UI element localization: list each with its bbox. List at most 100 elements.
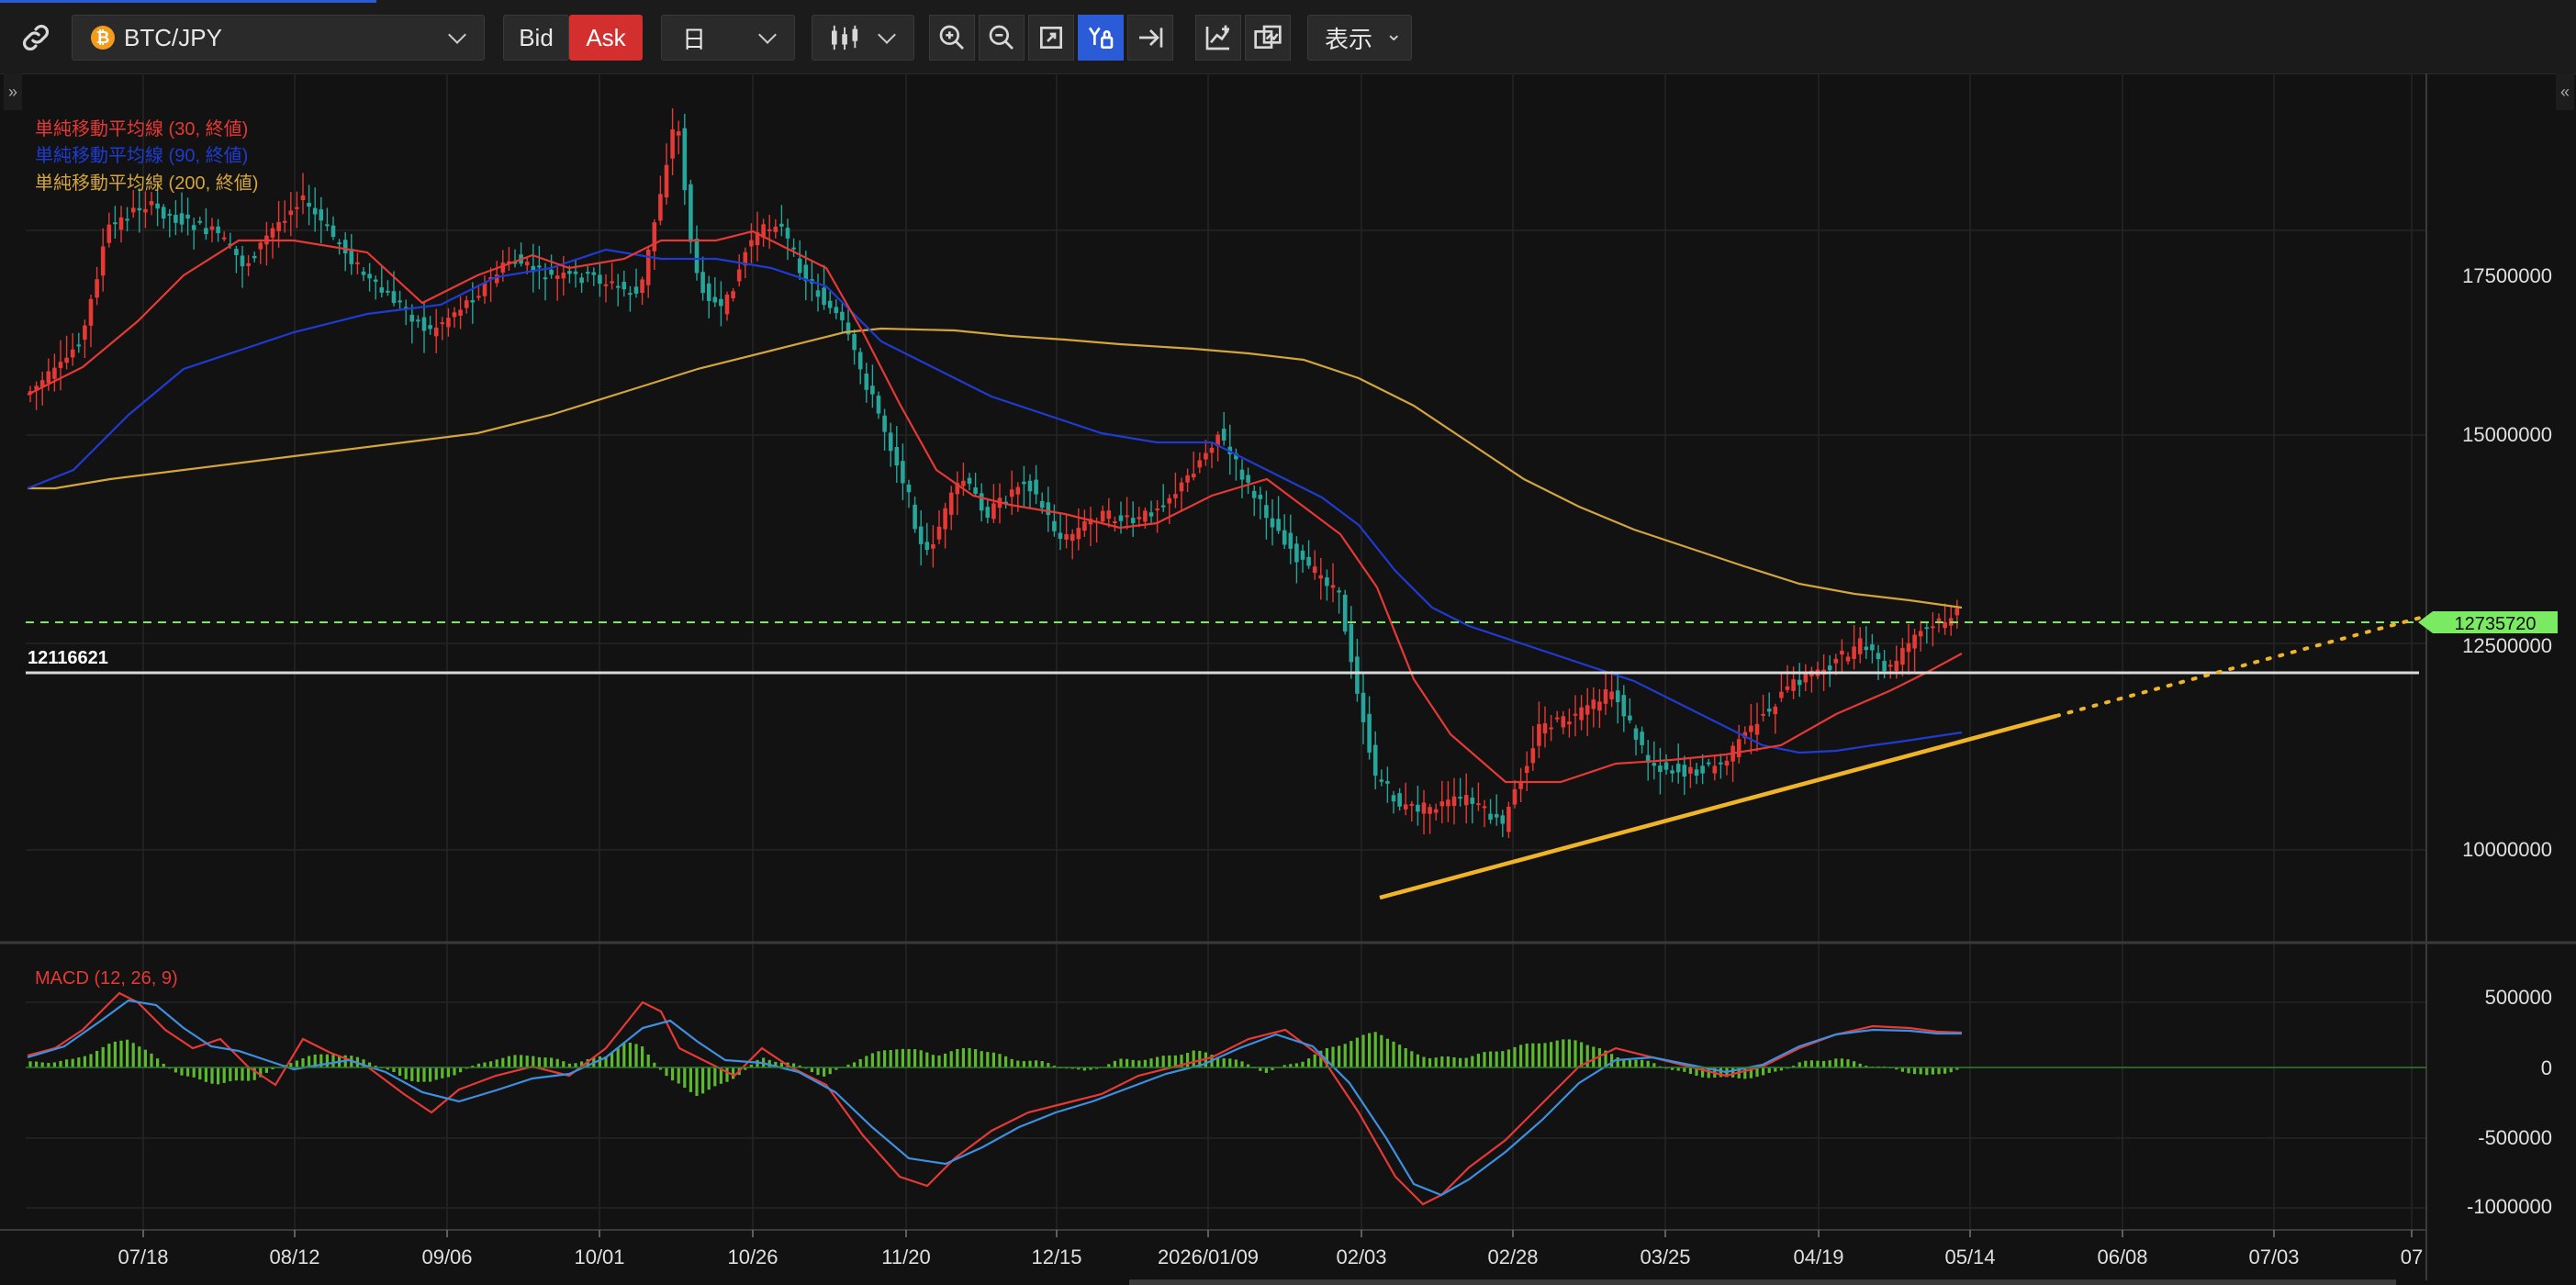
- candle-body: [234, 249, 239, 255]
- candle-body: [476, 296, 481, 298]
- candle-body: [312, 207, 318, 215]
- macd-tick: -1000000: [2467, 1195, 2552, 1218]
- candle-body: [731, 291, 735, 298]
- macd-bar: [1949, 1067, 1953, 1073]
- add-indicator-icon[interactable]: [1195, 15, 1241, 61]
- macd-bar: [689, 1067, 692, 1092]
- macd-bar: [1149, 1058, 1153, 1067]
- candle-body: [1118, 515, 1124, 521]
- candle-body: [1439, 801, 1445, 807]
- candle-body: [948, 492, 954, 515]
- macd-bar: [1035, 1060, 1038, 1067]
- macd-bar: [1634, 1059, 1638, 1067]
- link-icon[interactable]: [13, 15, 59, 61]
- macd-bar: [1338, 1045, 1341, 1067]
- bid-button[interactable]: Bid: [503, 15, 569, 61]
- macd-bar: [895, 1049, 899, 1067]
- time-label: 07/03: [2248, 1246, 2299, 1268]
- chart-type-selector[interactable]: [812, 15, 914, 61]
- macd-bar: [247, 1067, 251, 1081]
- candle-body: [1082, 521, 1087, 531]
- candle-body: [852, 333, 857, 351]
- macd-bar: [816, 1067, 820, 1076]
- candle-body: [857, 352, 863, 370]
- compare-icon[interactable]: [1245, 15, 1291, 61]
- macd-axis[interactable]: 500000 0 -500000 -1000000: [2467, 986, 2552, 1218]
- macd-bar: [1355, 1037, 1359, 1067]
- macd-bar: [525, 1056, 529, 1067]
- macd-bar: [1585, 1045, 1589, 1067]
- timeframe-selector[interactable]: 日: [661, 15, 795, 61]
- trendline[interactable]: [1379, 713, 2057, 900]
- macd-bar: [1519, 1045, 1523, 1067]
- candle-body: [440, 322, 445, 325]
- candle-body: [1403, 804, 1408, 810]
- candle-body: [1137, 517, 1142, 520]
- candle-body: [979, 493, 984, 511]
- zoom-out-icon[interactable]: [979, 15, 1025, 61]
- macd-bar: [1483, 1052, 1486, 1067]
- chart-canvas[interactable]: 単純移動平均線 (30, 終値) 単純移動平均線 (90, 終値) 単純移動平均…: [0, 73, 2576, 1285]
- macd-bar: [422, 1067, 426, 1082]
- candle-body: [1318, 575, 1324, 579]
- candle-body: [1791, 679, 1796, 691]
- candle-body: [330, 225, 336, 238]
- macd-bar: [217, 1067, 220, 1085]
- candle-body: [373, 279, 378, 283]
- macd-bar: [1392, 1041, 1395, 1067]
- ask-button[interactable]: Ask: [569, 15, 643, 61]
- macd-bar: [1476, 1053, 1480, 1067]
- candle-body: [355, 262, 360, 264]
- fit-screen-icon[interactable]: [1028, 15, 1074, 61]
- time-scrollbar[interactable]: [1129, 1279, 2396, 1285]
- toolbar-accent: [0, 0, 376, 3]
- macd-bar: [1368, 1033, 1372, 1067]
- candle-body: [1579, 707, 1584, 721]
- toolbar: ₿ BTC/JPY Bid Ask 日 表示 ⌄: [0, 0, 2576, 74]
- scroll-to-latest-icon[interactable]: [1127, 15, 1173, 61]
- macd-bar: [622, 1042, 626, 1067]
- macd-bar: [986, 1052, 990, 1067]
- candle-body: [1724, 760, 1730, 766]
- legend-sma200[interactable]: 単純移動平均線 (200, 終値): [35, 173, 258, 194]
- candle-body: [1428, 807, 1432, 814]
- candle-body: [585, 272, 590, 274]
- candle-body: [1482, 806, 1487, 809]
- candle-body: [1197, 460, 1203, 468]
- candle-body: [300, 195, 306, 201]
- candle-body: [1797, 679, 1802, 686]
- candle-body: [1857, 638, 1863, 654]
- macd-bar: [870, 1053, 874, 1067]
- macd-bar: [1350, 1041, 1353, 1067]
- candle-body: [1113, 521, 1117, 524]
- legend-sma30[interactable]: 単純移動平均線 (30, 終値): [35, 118, 248, 140]
- symbol-selector[interactable]: ₿ BTC/JPY: [72, 15, 485, 61]
- candle-body: [670, 128, 675, 159]
- grid: [26, 73, 2426, 1230]
- display-menu[interactable]: 表示 ⌄: [1307, 15, 1412, 61]
- macd-bar: [1834, 1058, 1838, 1067]
- candle-body: [319, 209, 324, 221]
- candle-body: [307, 203, 311, 207]
- y-axis-lock-icon[interactable]: [1078, 15, 1124, 61]
- price-axis[interactable]: 17500000 15000000 12500000 10000000: [2462, 264, 2552, 861]
- macd-bar: [1767, 1067, 1771, 1073]
- candle-body: [706, 283, 711, 301]
- candle-body: [1573, 713, 1578, 716]
- candle-body: [1204, 453, 1208, 460]
- macd-bar: [634, 1044, 638, 1067]
- legend-macd[interactable]: MACD (12, 26, 9): [35, 968, 178, 989]
- legend-sma90[interactable]: 単純移動平均線 (90, 終値): [35, 145, 248, 166]
- symbol-label: BTC/JPY: [124, 23, 222, 51]
- macd-bar: [143, 1049, 147, 1067]
- macd-bar: [1137, 1060, 1141, 1067]
- macd-bar: [28, 1061, 32, 1067]
- candle-body: [1912, 634, 1917, 649]
- candle-body: [197, 220, 203, 223]
- zoom-in-icon[interactable]: [929, 15, 975, 61]
- macd-bar: [234, 1067, 238, 1081]
- time-axis[interactable]: 07/18 08/12 09/06 10/01 10/26 11/20 12/15 2026/…: [118, 1230, 2423, 1268]
- candle-body: [664, 164, 669, 198]
- macd-bar: [101, 1046, 105, 1067]
- signal-line: [27, 999, 1962, 1197]
